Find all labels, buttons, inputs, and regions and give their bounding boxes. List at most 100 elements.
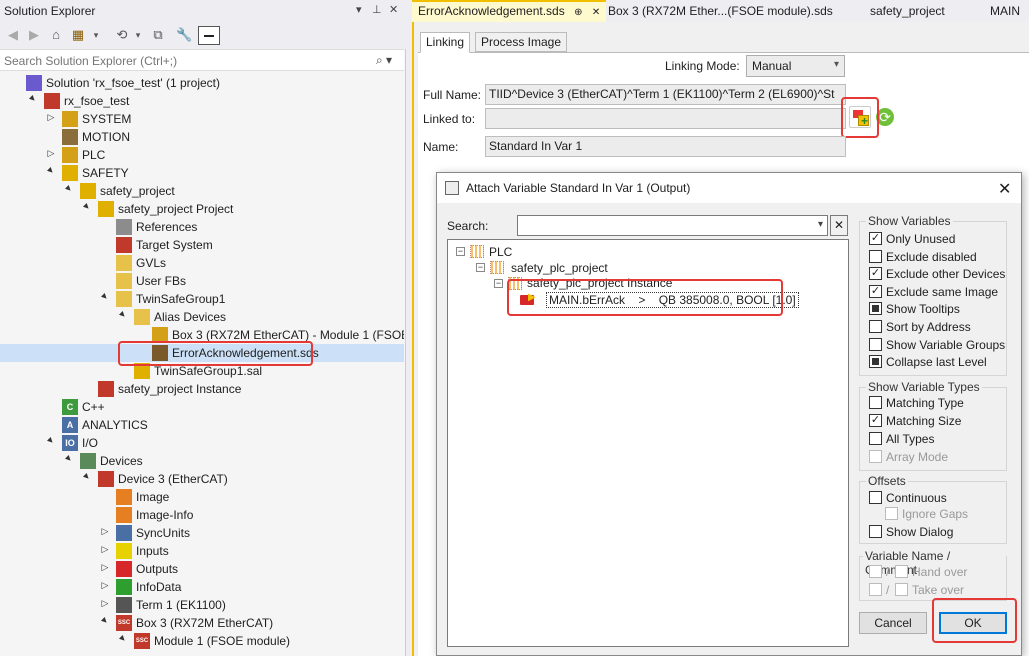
- checkmark-icon[interactable]: ✓: [869, 232, 882, 245]
- tree-item[interactable]: ▲ SSC Module 1 (FSOE module): [0, 632, 404, 650]
- properties-wrench-icon[interactable]: 🔧: [176, 27, 192, 43]
- collapse-icon[interactable]: ▲: [62, 182, 76, 196]
- tree-item[interactable]: Image: [0, 488, 404, 506]
- ok-button[interactable]: OK: [939, 612, 1007, 634]
- checkbox-box[interactable]: [869, 491, 882, 504]
- collapse-icon[interactable]: ▲: [26, 92, 40, 106]
- tree-item[interactable]: ▷ Outputs: [0, 560, 404, 578]
- tab-linking[interactable]: Linking: [420, 32, 471, 53]
- tree-item[interactable]: ▷ InfoData: [0, 578, 404, 596]
- tab-main[interactable]: MAIN: [984, 0, 1026, 22]
- checkbox-box[interactable]: [869, 320, 882, 333]
- linked-to-field[interactable]: [485, 108, 846, 129]
- tree-item[interactable]: ErrorAcknowledgement.sds: [0, 344, 404, 362]
- tree-node-plc[interactable]: − PLC: [456, 244, 656, 260]
- checkbox-box[interactable]: [869, 302, 882, 316]
- checkbox-box[interactable]: [869, 525, 882, 538]
- collapse-icon[interactable]: ▲: [80, 470, 94, 484]
- pin-tab-icon[interactable]: ⊕: [574, 7, 582, 18]
- full-name-field[interactable]: TIID^Device 3 (EtherCAT)^Term 1 (EK1100)…: [485, 84, 846, 105]
- checkbox-box[interactable]: [869, 337, 882, 351]
- close-tab-icon[interactable]: ✕: [592, 7, 600, 18]
- switch-views-icon[interactable]: ▦: [70, 27, 86, 43]
- home-icon[interactable]: ⌂: [48, 27, 64, 43]
- exclude-same-image-checkbox[interactable]: ✓ Exclude same Image: [869, 284, 1003, 300]
- clear-search-button[interactable]: ✕: [830, 215, 848, 236]
- tab-safety-project[interactable]: safety_project: [864, 0, 951, 22]
- tree-item[interactable]: Target System: [0, 236, 404, 254]
- tree-item[interactable]: ▷ SyncUnits: [0, 524, 404, 542]
- tree-item[interactable]: ▷ SYSTEM: [0, 110, 404, 128]
- tree-item[interactable]: TwinSafeGroup1.sal: [0, 362, 404, 380]
- checkbox-box[interactable]: [869, 396, 882, 409]
- expand-icon[interactable]: ▷: [100, 562, 110, 573]
- tree-item[interactable]: ▷ Inputs: [0, 542, 404, 560]
- checkbox-box[interactable]: [869, 355, 882, 369]
- link-variable-button[interactable]: +: [849, 106, 871, 128]
- tree-item[interactable]: References: [0, 218, 404, 236]
- chevron-down-icon[interactable]: ▾: [130, 27, 146, 43]
- back-icon[interactable]: ◀: [5, 27, 21, 43]
- tree-item[interactable]: ▲ rx_fsoe_test: [0, 92, 404, 110]
- expand-icon[interactable]: ▷: [100, 526, 110, 537]
- collapse-icon[interactable]: ▲: [80, 200, 94, 214]
- pending-changes-icon[interactable]: ⟲: [114, 27, 130, 43]
- close-icon[interactable]: ✕: [998, 179, 1011, 199]
- refresh-link-button[interactable]: ⟳: [874, 106, 896, 128]
- collapse-icon[interactable]: ▲: [98, 614, 112, 628]
- collapse-icon[interactable]: ▲: [44, 164, 58, 178]
- expand-icon[interactable]: ▷: [46, 112, 56, 123]
- tree-item[interactable]: ▲ Device 3 (EtherCAT): [0, 470, 404, 488]
- search-input[interactable]: [2, 52, 372, 69]
- pin-icon[interactable]: ⊥: [372, 3, 382, 16]
- tree-item[interactable]: User FBs: [0, 272, 404, 290]
- checkmark-icon[interactable]: ✓: [869, 284, 882, 298]
- tree-item[interactable]: ▲ Alias Devices: [0, 308, 404, 326]
- matching-size-checkbox[interactable]: ✓ Matching Size: [869, 413, 1003, 429]
- tree-item[interactable]: ▲ safety_project: [0, 182, 404, 200]
- dialog-search-combobox[interactable]: ▾: [517, 215, 828, 236]
- checkmark-icon[interactable]: ✓: [869, 414, 882, 427]
- tree-item[interactable]: ▲ safety_project Project: [0, 200, 404, 218]
- collapse-icon[interactable]: ▲: [44, 434, 58, 448]
- collapse-icon[interactable]: −: [494, 279, 503, 288]
- tree-item[interactable]: ▲ Devices: [0, 452, 404, 470]
- collapse-icon[interactable]: ▲: [116, 632, 130, 646]
- chevron-down-icon[interactable]: ▾: [818, 219, 823, 230]
- expand-icon[interactable]: ▷: [46, 148, 56, 159]
- cancel-button[interactable]: Cancel: [859, 612, 927, 634]
- tree-item[interactable]: MOTION: [0, 128, 404, 146]
- forward-icon[interactable]: ▶: [26, 27, 42, 43]
- search-icon[interactable]: ⌕ ▾: [376, 53, 392, 68]
- collapse-icon[interactable]: ▲: [116, 308, 130, 322]
- show-tooltips-checkbox[interactable]: Show Tooltips: [869, 301, 1003, 317]
- continuous-checkbox[interactable]: Continuous: [869, 490, 999, 506]
- collapse-icon[interactable]: ▲: [98, 290, 112, 304]
- collapse-icon[interactable]: −: [456, 247, 465, 256]
- tree-node-main-berrack[interactable]: ▶ MAIN.bErrAck > QB 385008.0, BOOL [1.0]: [512, 292, 799, 308]
- exclude-disabled-checkbox[interactable]: Exclude disabled: [869, 249, 1003, 265]
- show-variable-groups-checkbox[interactable]: Show Variable Groups: [869, 337, 1005, 353]
- matching-type-checkbox[interactable]: Matching Type: [869, 395, 1003, 411]
- all-types-checkbox[interactable]: All Types: [869, 431, 1003, 447]
- tree-node-safety-plc-project[interactable]: − safety_plc_project: [476, 260, 696, 276]
- tree-item[interactable]: ▲ SAFETY: [0, 164, 404, 182]
- collapse-all-icon[interactable]: ⧉: [150, 27, 166, 43]
- tree-item[interactable]: Solution 'rx_fsoe_test' (1 project): [0, 74, 404, 92]
- tab-box3-module[interactable]: Box 3 (RX72M Ether...(FSOE module).sds: [602, 0, 839, 22]
- tab-error-acknowledgement[interactable]: ErrorAcknowledgement.sds ⊕ ✕: [412, 0, 607, 22]
- show-dialog-checkbox[interactable]: Show Dialog: [869, 524, 999, 540]
- tree-item[interactable]: safety_project Instance: [0, 380, 404, 398]
- tree-item[interactable]: A ANALYTICS: [0, 416, 404, 434]
- tree-item[interactable]: Box 3 (RX72M EtherCAT) - Module 1 (FSOE …: [0, 326, 404, 344]
- name-field[interactable]: Standard In Var 1: [485, 136, 846, 157]
- expand-icon[interactable]: ▷: [100, 544, 110, 555]
- tree-item[interactable]: C C++: [0, 398, 404, 416]
- checkmark-icon[interactable]: ✓: [869, 267, 882, 281]
- search-input[interactable]: [520, 217, 810, 234]
- linking-mode-select[interactable]: Manual ▾: [746, 55, 845, 77]
- collapse-icon[interactable]: −: [476, 263, 485, 272]
- tree-item[interactable]: ▲ TwinSafeGroup1: [0, 290, 404, 308]
- collapse-last-level-checkbox[interactable]: Collapse last Level: [869, 354, 1003, 370]
- sort-by-address-checkbox[interactable]: Sort by Address: [869, 319, 1003, 335]
